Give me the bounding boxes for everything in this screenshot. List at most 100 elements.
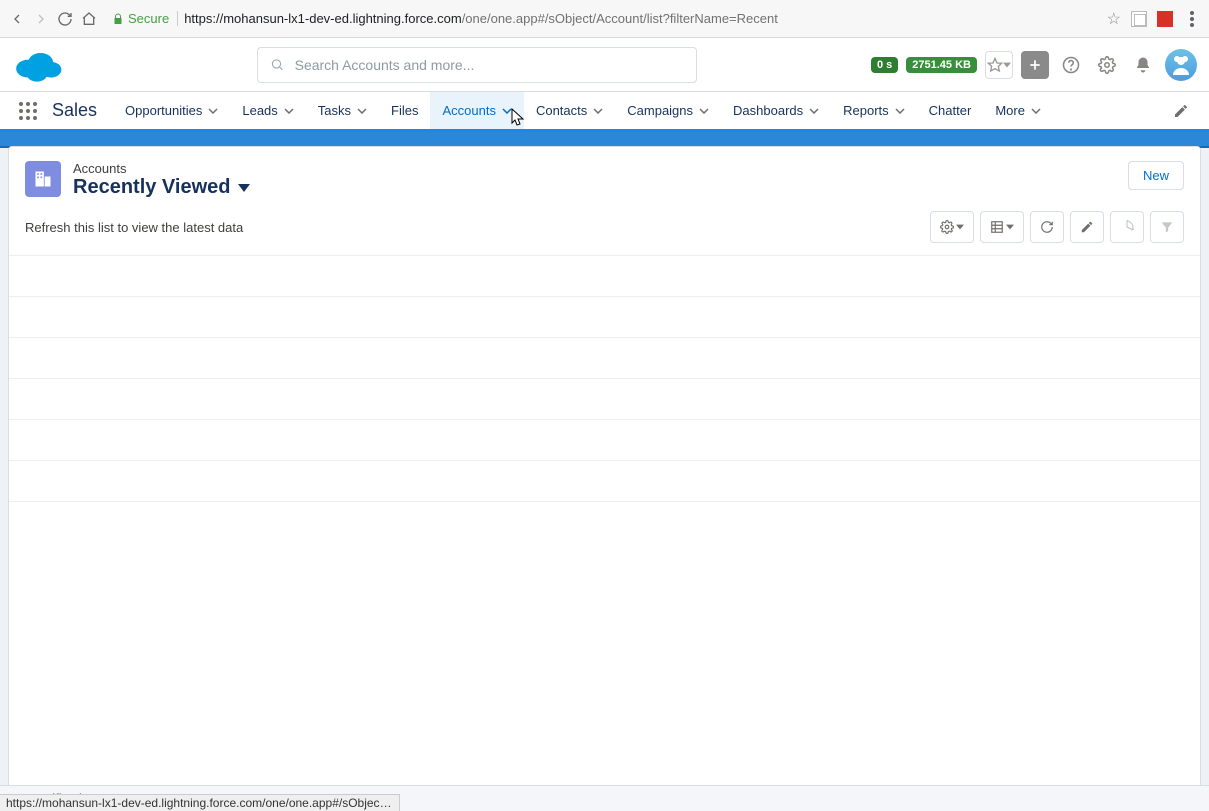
lock-icon <box>112 13 124 25</box>
list-view-name: Recently Viewed <box>73 176 230 199</box>
caret-down-icon <box>1006 224 1014 230</box>
secure-label: Secure <box>128 11 169 26</box>
nav-item-label: Contacts <box>536 103 587 118</box>
search-input[interactable] <box>295 57 685 73</box>
chevron-down-icon[interactable] <box>809 108 819 114</box>
browser-toolbar: Secure https://mohansun-lx1-dev-ed.light… <box>0 0 1209 38</box>
search-icon <box>270 57 284 72</box>
refresh-icon <box>1040 220 1054 234</box>
chevron-down-icon[interactable] <box>895 108 905 114</box>
global-search[interactable] <box>257 47 697 83</box>
list-row <box>9 379 1200 420</box>
app-name: Sales <box>48 92 113 129</box>
perf-time-pill: 0 s <box>871 57 898 73</box>
nav-bar: Sales Opportunities Leads Tasks Files Accoun… <box>0 92 1209 132</box>
filter-icon <box>1160 220 1174 234</box>
list-view-switcher[interactable]: Recently Viewed <box>73 176 250 199</box>
new-button[interactable]: New <box>1128 161 1184 190</box>
list-row <box>9 420 1200 461</box>
gear-icon <box>940 220 954 234</box>
chevron-down-icon[interactable] <box>699 108 709 114</box>
user-avatar[interactable] <box>1165 49 1197 81</box>
list-row <box>9 338 1200 379</box>
refresh-hint: Refresh this list to view the latest dat… <box>25 220 243 235</box>
edit-nav-button[interactable] <box>1161 92 1201 129</box>
salesforce-logo[interactable] <box>12 44 64 86</box>
url-text: https://mohansun-lx1-dev-ed.lightning.fo… <box>184 11 778 26</box>
plus-icon <box>1028 58 1042 72</box>
page-header: Accounts Recently Viewed New <box>9 147 1200 207</box>
caret-down-icon <box>1003 61 1011 69</box>
extension-red-icon[interactable] <box>1157 11 1173 27</box>
list-row <box>9 461 1200 502</box>
chevron-down-icon[interactable] <box>357 108 367 114</box>
chart-button[interactable] <box>1110 211 1144 243</box>
chevron-down-icon[interactable] <box>1031 108 1041 114</box>
list-controls-button[interactable] <box>930 211 974 243</box>
list-body <box>9 255 1200 502</box>
chevron-down-icon[interactable] <box>284 108 294 114</box>
nav-item-label: Reports <box>843 103 889 118</box>
inline-edit-button[interactable] <box>1070 211 1104 243</box>
account-object-icon <box>25 161 61 197</box>
nav-item-leads[interactable]: Leads <box>230 92 305 129</box>
url-path: /one/one.app#/sObject/Account/list?filte… <box>462 11 778 26</box>
nav-item-label: Files <box>391 103 418 118</box>
setup-gear-icon[interactable] <box>1093 51 1121 79</box>
global-header: 0 s 2751.45 KB <box>0 38 1209 92</box>
list-row <box>9 256 1200 297</box>
browser-menu-icon[interactable] <box>1183 10 1201 28</box>
caret-down-icon <box>956 224 964 230</box>
nav-item-label: Accounts <box>442 103 495 118</box>
chevron-down-icon[interactable] <box>208 108 218 114</box>
object-label: Accounts <box>73 161 250 176</box>
nav-item-label: Tasks <box>318 103 351 118</box>
chevron-down-icon[interactable] <box>502 108 512 114</box>
nav-item-chatter[interactable]: Chatter <box>917 92 984 129</box>
forward-button[interactable] <box>32 10 50 28</box>
nav-item-label: Chatter <box>929 103 972 118</box>
waffle-icon <box>18 101 38 121</box>
list-subheader: Refresh this list to view the latest dat… <box>9 207 1200 255</box>
status-bar-link: https://mohansun-lx1-dev-ed.lightning.fo… <box>0 794 400 811</box>
extension-tabs-icon[interactable] <box>1131 11 1147 27</box>
page-header-meta: Accounts Recently Viewed <box>73 161 250 199</box>
filter-button[interactable] <box>1150 211 1184 243</box>
nav-item-accounts[interactable]: Accounts <box>430 92 523 129</box>
global-create-button[interactable] <box>1021 51 1049 79</box>
header-actions: 0 s 2751.45 KB <box>871 49 1197 81</box>
nav-item-label: Dashboards <box>733 103 803 118</box>
bookmark-star-icon[interactable]: ☆ <box>1107 9 1121 29</box>
list-row <box>9 297 1200 338</box>
nav-item-campaigns[interactable]: Campaigns <box>615 92 721 129</box>
refresh-button[interactable] <box>1030 211 1064 243</box>
help-icon[interactable] <box>1057 51 1085 79</box>
home-button[interactable] <box>80 10 98 28</box>
page-area: Accounts Recently Viewed New Refresh thi… <box>0 132 1209 811</box>
favorites-button[interactable] <box>985 51 1013 79</box>
back-button[interactable] <box>8 10 26 28</box>
chevron-down-icon[interactable] <box>593 108 603 114</box>
display-as-button[interactable] <box>980 211 1024 243</box>
nav-item-dashboards[interactable]: Dashboards <box>721 92 831 129</box>
list-view-card: Accounts Recently Viewed New Refresh thi… <box>8 146 1201 811</box>
nav-item-label: Opportunities <box>125 103 202 118</box>
nav-item-contacts[interactable]: Contacts <box>524 92 615 129</box>
secure-indicator[interactable]: Secure <box>112 11 178 26</box>
pencil-icon <box>1080 220 1094 234</box>
nav-item-files[interactable]: Files <box>379 92 430 129</box>
nav-item-reports[interactable]: Reports <box>831 92 917 129</box>
nav-item-label: Leads <box>242 103 277 118</box>
nav-item-label: More <box>995 103 1025 118</box>
star-icon <box>987 57 1003 73</box>
nav-item-label: Campaigns <box>627 103 693 118</box>
reload-button[interactable] <box>56 10 74 28</box>
nav-item-more[interactable]: More <box>983 92 1053 129</box>
url-domain: https://mohansun-lx1-dev-ed.lightning.fo… <box>184 11 461 26</box>
nav-item-tasks[interactable]: Tasks <box>306 92 379 129</box>
app-launcher-button[interactable] <box>8 92 48 129</box>
nav-item-opportunities[interactable]: Opportunities <box>113 92 230 129</box>
address-bar[interactable]: Secure https://mohansun-lx1-dev-ed.light… <box>104 5 1101 33</box>
pie-chart-icon <box>1120 220 1134 234</box>
notifications-bell-icon[interactable] <box>1129 51 1157 79</box>
